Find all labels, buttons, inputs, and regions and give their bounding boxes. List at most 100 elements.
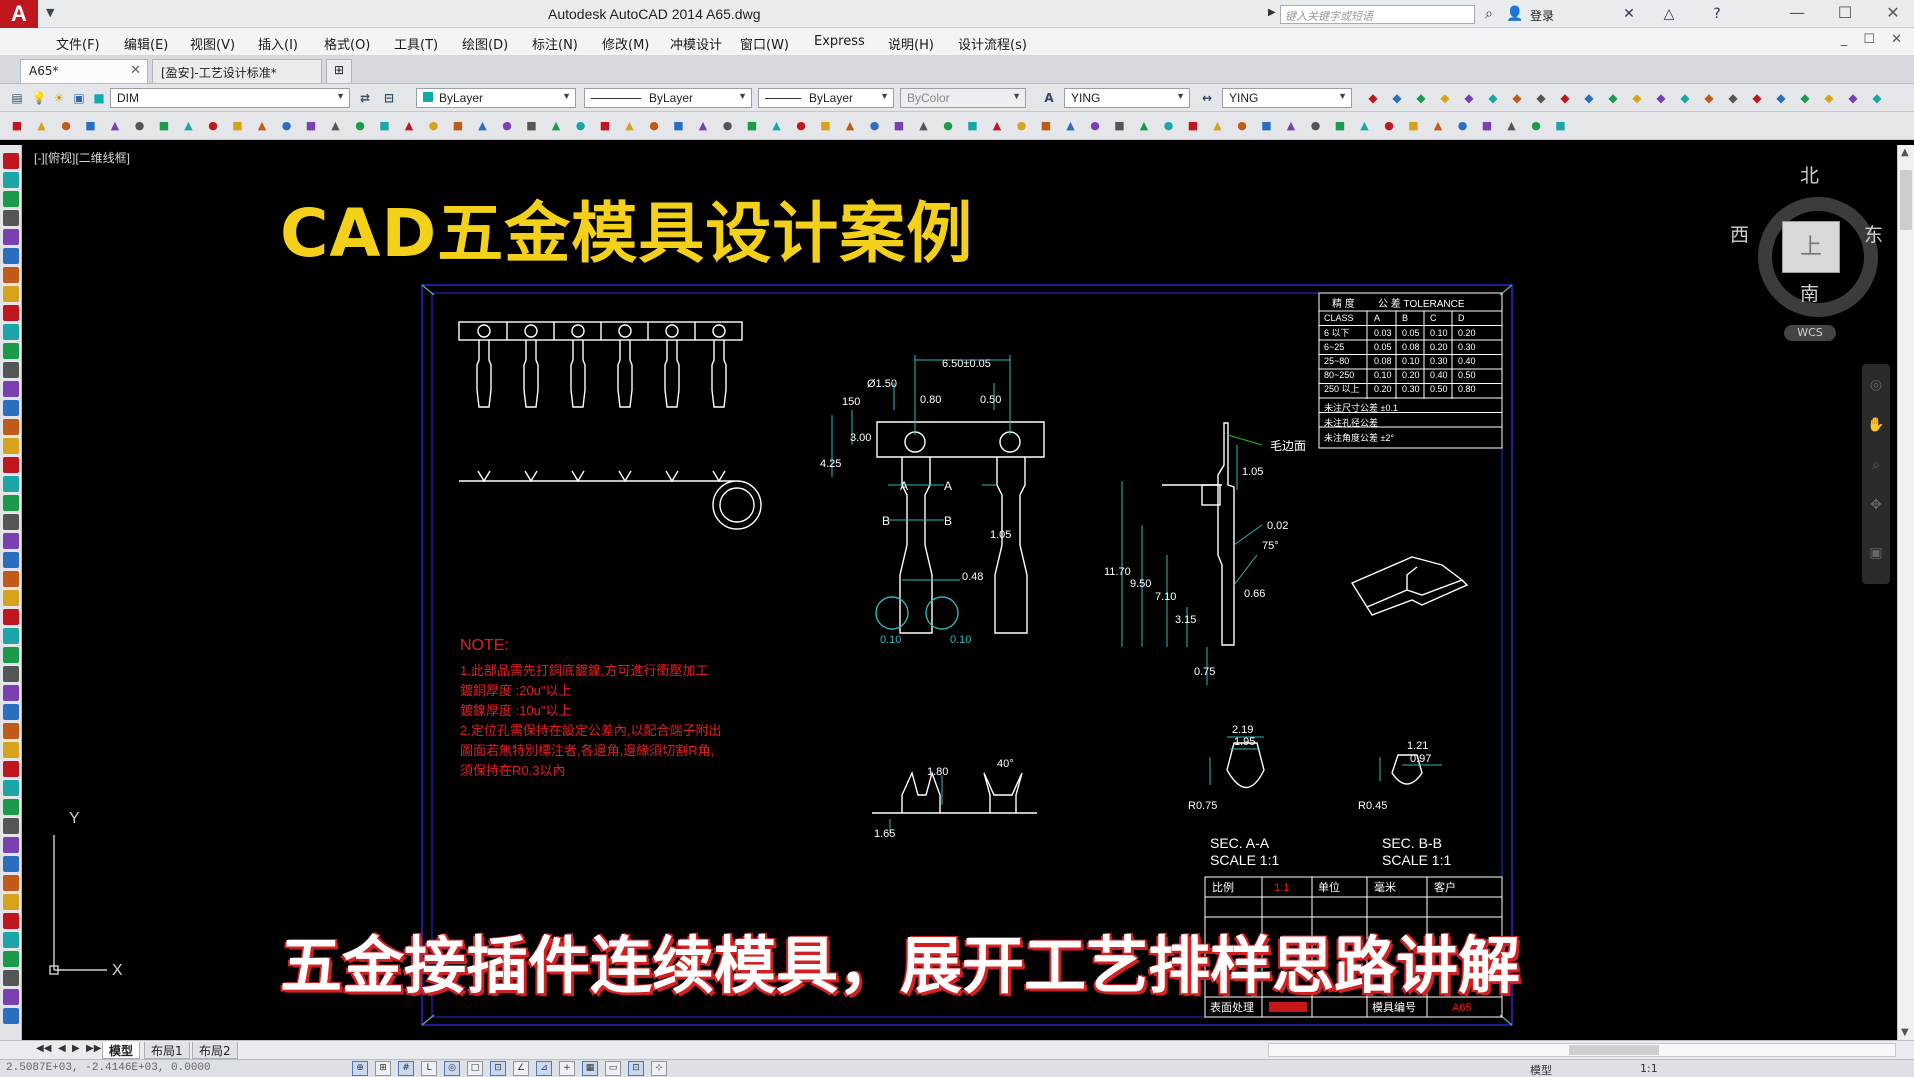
compass-south[interactable]: 南 xyxy=(1800,279,1819,306)
tab-model[interactable]: 模型 xyxy=(102,1042,141,1059)
bulb-icon[interactable]: 💡 xyxy=(30,89,48,107)
die-design-tool-icon[interactable]: ■ xyxy=(670,117,688,135)
status-toggle-button[interactable]: ▭ xyxy=(605,1061,621,1076)
left-tool-icon[interactable] xyxy=(3,229,19,245)
toolbar-tool-icon[interactable]: ◆ xyxy=(1508,89,1526,107)
die-design-tool-icon[interactable]: ■ xyxy=(229,117,247,135)
status-toggle-button[interactable]: ◎ xyxy=(444,1061,460,1076)
die-design-tool-icon[interactable]: ▲ xyxy=(1209,117,1227,135)
left-tool-icon[interactable] xyxy=(3,571,19,587)
status-toggle-button[interactable]: L xyxy=(421,1061,437,1076)
menu-dimension[interactable]: 标注(N) xyxy=(532,34,578,53)
toolbar-tool-icon[interactable]: ◆ xyxy=(1556,89,1574,107)
tab-layout2[interactable]: 布局2 xyxy=(192,1042,238,1059)
left-tool-icon[interactable] xyxy=(3,552,19,568)
menu-design-flow[interactable]: 设计流程(s) xyxy=(958,34,1027,53)
menu-help[interactable]: 说明(H) xyxy=(888,34,934,53)
die-design-tool-icon[interactable]: ▲ xyxy=(1356,117,1374,135)
binoculars-icon[interactable]: ⌕ xyxy=(1480,5,1498,23)
die-design-tool-icon[interactable]: ● xyxy=(1307,117,1325,135)
left-tool-icon[interactable] xyxy=(3,381,19,397)
scroll-down-icon[interactable]: ▼ xyxy=(1901,1027,1909,1038)
showmotion-icon[interactable]: ▣ xyxy=(1867,544,1885,562)
document-window-controls[interactable]: _ ☐ ✕ xyxy=(1841,32,1908,47)
left-tool-icon[interactable] xyxy=(3,951,19,967)
die-design-tool-icon[interactable]: ▲ xyxy=(621,117,639,135)
die-design-tool-icon[interactable]: ■ xyxy=(596,117,614,135)
zoom-icon[interactable]: ⌕ xyxy=(1867,456,1885,474)
search-input[interactable]: 键入关键字或短语 xyxy=(1280,5,1475,24)
toolbar-tool-icon[interactable]: ◆ xyxy=(1796,89,1814,107)
left-tool-icon[interactable] xyxy=(3,172,19,188)
next-layout-icon[interactable]: ▶ xyxy=(72,1043,80,1054)
left-tool-icon[interactable] xyxy=(3,799,19,815)
viewport-controls-label[interactable]: [-][俯视][二维线框] xyxy=(34,149,130,166)
left-tool-icon[interactable] xyxy=(3,457,19,473)
die-design-tool-icon[interactable]: ● xyxy=(1160,117,1178,135)
left-tool-icon[interactable] xyxy=(3,723,19,739)
die-design-tool-icon[interactable]: ▲ xyxy=(1062,117,1080,135)
toolbar-tool-icon[interactable]: ◆ xyxy=(1724,89,1742,107)
text-style-icon[interactable]: A xyxy=(1040,89,1058,107)
left-tool-icon[interactable] xyxy=(3,305,19,321)
status-toggle-button[interactable]: ▦ xyxy=(582,1061,598,1076)
die-design-tool-icon[interactable]: ▲ xyxy=(33,117,51,135)
die-design-tool-icon[interactable]: ▲ xyxy=(253,117,271,135)
left-tool-icon[interactable] xyxy=(3,400,19,416)
left-tool-icon[interactable] xyxy=(3,913,19,929)
left-tool-icon[interactable] xyxy=(3,438,19,454)
horizontal-scrollbar[interactable] xyxy=(1268,1043,1896,1057)
die-design-tool-icon[interactable]: ■ xyxy=(1111,117,1129,135)
left-tool-icon[interactable] xyxy=(3,894,19,910)
quick-access-dropdown-icon[interactable]: ▼ xyxy=(46,6,54,19)
status-toggle-button[interactable]: + xyxy=(559,1061,575,1076)
die-design-tool-icon[interactable]: ■ xyxy=(449,117,467,135)
compass-east[interactable]: 东 xyxy=(1864,220,1883,247)
color-dropdown[interactable]: ByLayer ▼ xyxy=(416,88,576,108)
layer-color-icon[interactable]: ■ xyxy=(90,89,108,107)
prev-layout-icon[interactable]: ◀ xyxy=(58,1043,66,1054)
menu-die-design[interactable]: 冲模设计 xyxy=(670,34,722,53)
menu-insert[interactable]: 插入(I) xyxy=(258,34,298,53)
die-design-tool-icon[interactable]: ● xyxy=(425,117,443,135)
dim-style-icon[interactable]: ↔ xyxy=(1198,89,1216,107)
toolbar-tool-icon[interactable]: ◆ xyxy=(1676,89,1694,107)
toolbar-tool-icon[interactable]: ◆ xyxy=(1532,89,1550,107)
die-design-tool-icon[interactable]: ▲ xyxy=(915,117,933,135)
menu-tools[interactable]: 工具(T) xyxy=(394,34,438,53)
new-tab-button[interactable]: ⊞ xyxy=(326,59,352,83)
status-toggle-button[interactable]: □ xyxy=(467,1061,483,1076)
left-tool-icon[interactable] xyxy=(3,419,19,435)
drawing-canvas[interactable]: Y X 6.50±0.05 Ø1.50 0.80 0.50 150 3.00 4… xyxy=(22,145,1897,1040)
toolbar-tool-icon[interactable]: ◆ xyxy=(1580,89,1598,107)
die-design-tool-icon[interactable]: ▲ xyxy=(327,117,345,135)
die-design-tool-icon[interactable]: ■ xyxy=(155,117,173,135)
vertical-scroll-thumb[interactable] xyxy=(1900,170,1912,230)
die-design-tool-icon[interactable]: ■ xyxy=(82,117,100,135)
left-tool-icon[interactable] xyxy=(3,989,19,1005)
die-design-tool-icon[interactable]: ● xyxy=(939,117,957,135)
help-icon[interactable]: ? xyxy=(1708,5,1726,23)
die-design-tool-icon[interactable]: ■ xyxy=(1258,117,1276,135)
left-tool-icon[interactable] xyxy=(3,362,19,378)
status-toggle-button[interactable]: ⊹ xyxy=(651,1061,667,1076)
tab-layout1[interactable]: 布局1 xyxy=(144,1042,190,1059)
menu-express[interactable]: Express xyxy=(814,34,865,49)
vertical-scrollbar[interactable]: ▲ ▼ xyxy=(1897,145,1914,1040)
die-design-tool-icon[interactable]: ▲ xyxy=(1282,117,1300,135)
status-toggle-button[interactable]: ∠ xyxy=(513,1061,529,1076)
left-tool-icon[interactable] xyxy=(3,628,19,644)
lock-icon[interactable]: ▣ xyxy=(70,89,88,107)
toolbar-tool-icon[interactable]: ◆ xyxy=(1388,89,1406,107)
die-design-tool-icon[interactable]: ■ xyxy=(1405,117,1423,135)
toolbar-tool-icon[interactable]: ◆ xyxy=(1772,89,1790,107)
annotation-scale[interactable]: 1:1 xyxy=(1640,1062,1658,1075)
die-design-tool-icon[interactable]: ■ xyxy=(302,117,320,135)
die-design-tool-icon[interactable]: ■ xyxy=(743,117,761,135)
maximize-icon[interactable]: ☐ xyxy=(1828,2,1862,24)
toolbar-tool-icon[interactable]: ◆ xyxy=(1748,89,1766,107)
die-design-tool-icon[interactable]: ■ xyxy=(1184,117,1202,135)
status-toggle-button[interactable]: ⊡ xyxy=(490,1061,506,1076)
die-design-tool-icon[interactable]: ● xyxy=(866,117,884,135)
close-tab-icon[interactable]: ✕ xyxy=(130,63,141,78)
